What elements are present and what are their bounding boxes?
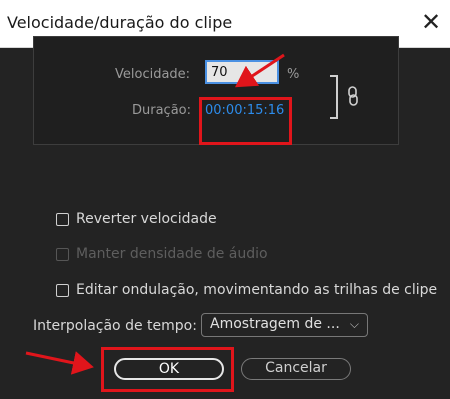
chevron-down-icon: ⌵ <box>349 317 359 331</box>
interpolation-selected: Amostragem de ... <box>210 316 340 332</box>
maintain-audio-checkbox <box>56 247 69 261</box>
interpolation-dropdown[interactable]: Amostragem de ... ⌵ <box>201 313 368 337</box>
speed-unit: % <box>287 67 300 82</box>
reverse-speed-checkbox[interactable] <box>56 212 69 226</box>
ripple-edit-option[interactable]: Editar ondulação, movimentando as trilha… <box>56 282 437 298</box>
link-bracket <box>330 75 338 119</box>
link-chain-icon[interactable] <box>346 85 360 107</box>
maintain-audio-option: Manter densidade de áudio <box>56 246 268 262</box>
reverse-speed-label: Reverter velocidade <box>76 211 217 227</box>
ripple-edit-label: Editar ondulação, movimentando as trilha… <box>76 282 438 298</box>
speed-input[interactable] <box>205 60 279 84</box>
ok-highlight-box <box>101 347 234 392</box>
reverse-speed-option[interactable]: Reverter velocidade <box>56 211 217 227</box>
interpolation-label: Interpolação de tempo: <box>33 318 197 334</box>
window-title: Velocidade/duração do clipe <box>7 13 233 32</box>
duration-label: Duração: <box>132 103 192 118</box>
close-icon[interactable]: ✕ <box>418 9 444 35</box>
speed-label: Velocidade: <box>115 67 191 82</box>
maintain-audio-label: Manter densidade de áudio <box>76 246 268 262</box>
ripple-edit-checkbox[interactable] <box>56 283 69 297</box>
cancel-button[interactable]: Cancelar <box>241 358 351 380</box>
speed-highlight-box <box>199 97 292 145</box>
